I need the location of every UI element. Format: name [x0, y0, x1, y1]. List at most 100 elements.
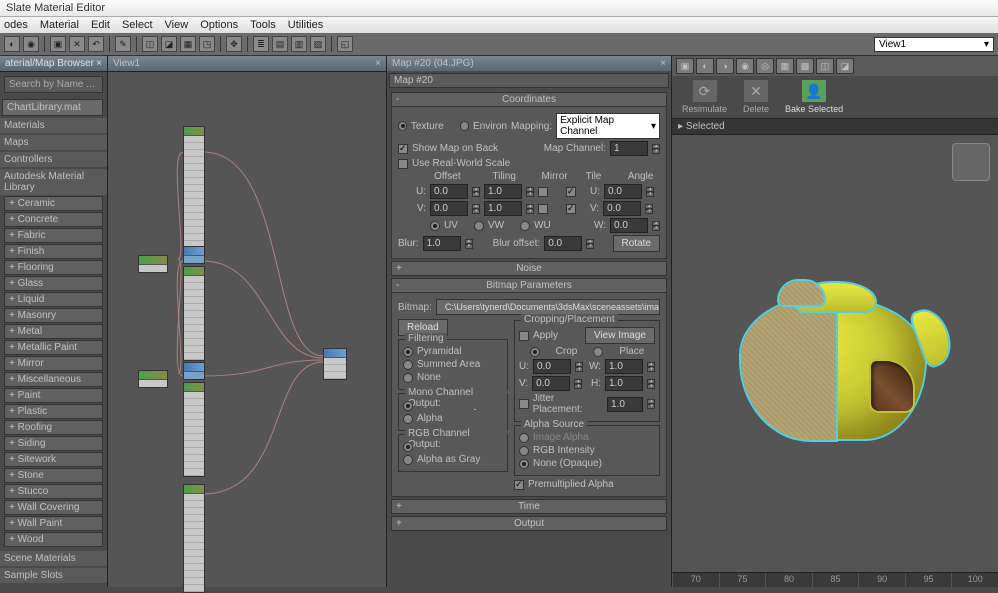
- lib-siding[interactable]: + Siding: [4, 436, 103, 451]
- input-u-angle[interactable]: 0.0: [604, 184, 642, 199]
- input-u-tiling[interactable]: 1.0: [484, 184, 522, 199]
- vp-icon-3[interactable]: ◑: [716, 58, 734, 74]
- lib-wall-covering[interactable]: + Wall Covering: [4, 500, 103, 515]
- checkbox-u-mirror[interactable]: [538, 187, 548, 197]
- rollup-time-header[interactable]: +Time: [391, 499, 667, 514]
- bitmap-path-button[interactable]: C:\Users\tynerd\Documents\3dsMax\sceneas…: [436, 299, 660, 315]
- menu-material[interactable]: Material: [40, 19, 79, 31]
- mapping-dropdown[interactable]: Explicit Map Channel▾: [556, 113, 660, 139]
- selected-header[interactable]: ▸ Selected: [672, 118, 998, 135]
- checkbox-show-map[interactable]: [398, 144, 408, 154]
- lib-metallic-paint[interactable]: + Metallic Paint: [4, 340, 103, 355]
- input-crop-w[interactable]: 1.0: [605, 359, 643, 374]
- radio-environ[interactable]: [460, 121, 469, 131]
- lib-roofing[interactable]: + Roofing: [4, 420, 103, 435]
- delete-button[interactable]: ✕Delete: [743, 80, 769, 114]
- checkbox-v-mirror[interactable]: [538, 204, 548, 214]
- toolbar-layout-icon[interactable]: ≣: [253, 36, 269, 52]
- spinner[interactable]: ▴▾: [652, 144, 660, 154]
- lib-ceramic[interactable]: + Ceramic: [4, 196, 103, 211]
- vp-icon-2[interactable]: ◐: [696, 58, 714, 74]
- section-controllers[interactable]: Controllers: [0, 152, 107, 167]
- radio-mono-rgb[interactable]: [403, 401, 413, 411]
- input-crop-v[interactable]: 0.0: [532, 376, 570, 391]
- close-icon[interactable]: ×: [375, 58, 381, 69]
- spinner[interactable]: ▴▾: [652, 221, 660, 231]
- lib-stone[interactable]: + Stone: [4, 468, 103, 483]
- vp-icon-4[interactable]: ◉: [736, 58, 754, 74]
- toolbar-assign-icon[interactable]: ▣: [50, 36, 66, 52]
- input-map-channel[interactable]: 1: [610, 141, 648, 156]
- resimulate-button[interactable]: ⟳Resimulate: [682, 80, 727, 114]
- spinner[interactable]: ▴▾: [647, 379, 655, 389]
- node-canvas[interactable]: View1 ×: [108, 56, 387, 587]
- spinner[interactable]: ▴▾: [575, 362, 583, 372]
- timeline[interactable]: 70 75 80 85 90 95 100: [672, 572, 998, 587]
- radio-rgbint-alpha[interactable]: [519, 446, 529, 456]
- toolbar-layoutv-icon[interactable]: ▥: [291, 36, 307, 52]
- input-crop-h[interactable]: 1.0: [605, 376, 643, 391]
- radio-alpha-gray[interactable]: [403, 455, 413, 465]
- lib-mirror[interactable]: + Mirror: [4, 356, 103, 371]
- material-node-4[interactable]: [183, 362, 205, 380]
- rollup-coordinates-header[interactable]: -Coordinates: [391, 92, 667, 107]
- output-node[interactable]: [323, 348, 347, 380]
- lib-finish[interactable]: + Finish: [4, 244, 103, 259]
- toolbar-pick-icon[interactable]: ◐: [4, 36, 20, 52]
- spinner[interactable]: ▴▾: [526, 204, 534, 214]
- radio-pyramidal[interactable]: [403, 347, 413, 357]
- bitmap-node-1[interactable]: [138, 255, 168, 273]
- menu-tools[interactable]: Tools: [250, 19, 276, 31]
- view-dropdown[interactable]: View1 ▾: [874, 37, 994, 52]
- radio-rgb[interactable]: [403, 442, 413, 452]
- input-blur[interactable]: 1.0: [423, 236, 461, 251]
- close-icon[interactable]: ×: [96, 58, 102, 69]
- toolbar-move-icon[interactable]: ✥: [226, 36, 242, 52]
- toolbar-delete-icon[interactable]: ✕: [69, 36, 85, 52]
- lib-paint[interactable]: + Paint: [4, 388, 103, 403]
- radio-place[interactable]: [593, 347, 603, 357]
- rollup-bitmap-header[interactable]: -Bitmap Parameters: [391, 278, 667, 293]
- menu-utilities[interactable]: Utilities: [288, 19, 323, 31]
- radio-summed[interactable]: [403, 360, 413, 370]
- rotate-button[interactable]: Rotate: [613, 235, 660, 252]
- spinner[interactable]: ▴▾: [472, 187, 480, 197]
- toolbar-eyedropper-icon[interactable]: ✎: [115, 36, 131, 52]
- viewport-3d[interactable]: [672, 135, 998, 572]
- toolbar-select-icon[interactable]: ▨: [310, 36, 326, 52]
- spinner[interactable]: ▴▾: [465, 239, 473, 249]
- toolbar-show-icon[interactable]: ◫: [142, 36, 158, 52]
- lib-fabric[interactable]: + Fabric: [4, 228, 103, 243]
- map-name-field[interactable]: Map #20: [389, 73, 669, 88]
- spinner[interactable]: ▴▾: [586, 239, 594, 249]
- lib-glass[interactable]: + Glass: [4, 276, 103, 291]
- checkbox-jitter[interactable]: [519, 399, 529, 409]
- vp-icon-7[interactable]: ▩: [796, 58, 814, 74]
- library-chart[interactable]: ChartLibrary.mat: [2, 99, 103, 116]
- lib-stucco[interactable]: + Stucco: [4, 484, 103, 499]
- lib-liquid[interactable]: + Liquid: [4, 292, 103, 307]
- radio-wu[interactable]: [520, 221, 530, 231]
- toolbar-new-icon[interactable]: ◉: [23, 36, 39, 52]
- radio-crop[interactable]: [530, 347, 540, 357]
- spinner[interactable]: ▴▾: [526, 187, 534, 197]
- radio-img-alpha[interactable]: [519, 433, 529, 443]
- material-node-5[interactable]: [183, 382, 205, 477]
- input-jitter[interactable]: 1.0: [607, 397, 643, 412]
- radio-uv[interactable]: [430, 221, 440, 231]
- lib-concrete[interactable]: + Concrete: [4, 212, 103, 227]
- input-u-offset[interactable]: 0.0: [430, 184, 468, 199]
- bitmap-node-2[interactable]: [138, 370, 168, 388]
- toolbar-layouth-icon[interactable]: ▤: [272, 36, 288, 52]
- spinner[interactable]: ▴▾: [647, 362, 655, 372]
- input-crop-u[interactable]: 0.0: [533, 359, 571, 374]
- toolbar-4-icon[interactable]: ◳: [199, 36, 215, 52]
- bake-selected-button[interactable]: 👤Bake Selected: [785, 80, 843, 114]
- close-icon[interactable]: ×: [660, 58, 666, 69]
- input-bluroffset[interactable]: 0.0: [544, 236, 582, 251]
- rollup-output-header[interactable]: +Output: [391, 516, 667, 531]
- material-node-6[interactable]: [183, 484, 205, 593]
- checkbox-u-tile[interactable]: [566, 187, 576, 197]
- lib-masonry[interactable]: + Masonry: [4, 308, 103, 323]
- section-autodesk[interactable]: Autodesk Material Library: [0, 169, 107, 195]
